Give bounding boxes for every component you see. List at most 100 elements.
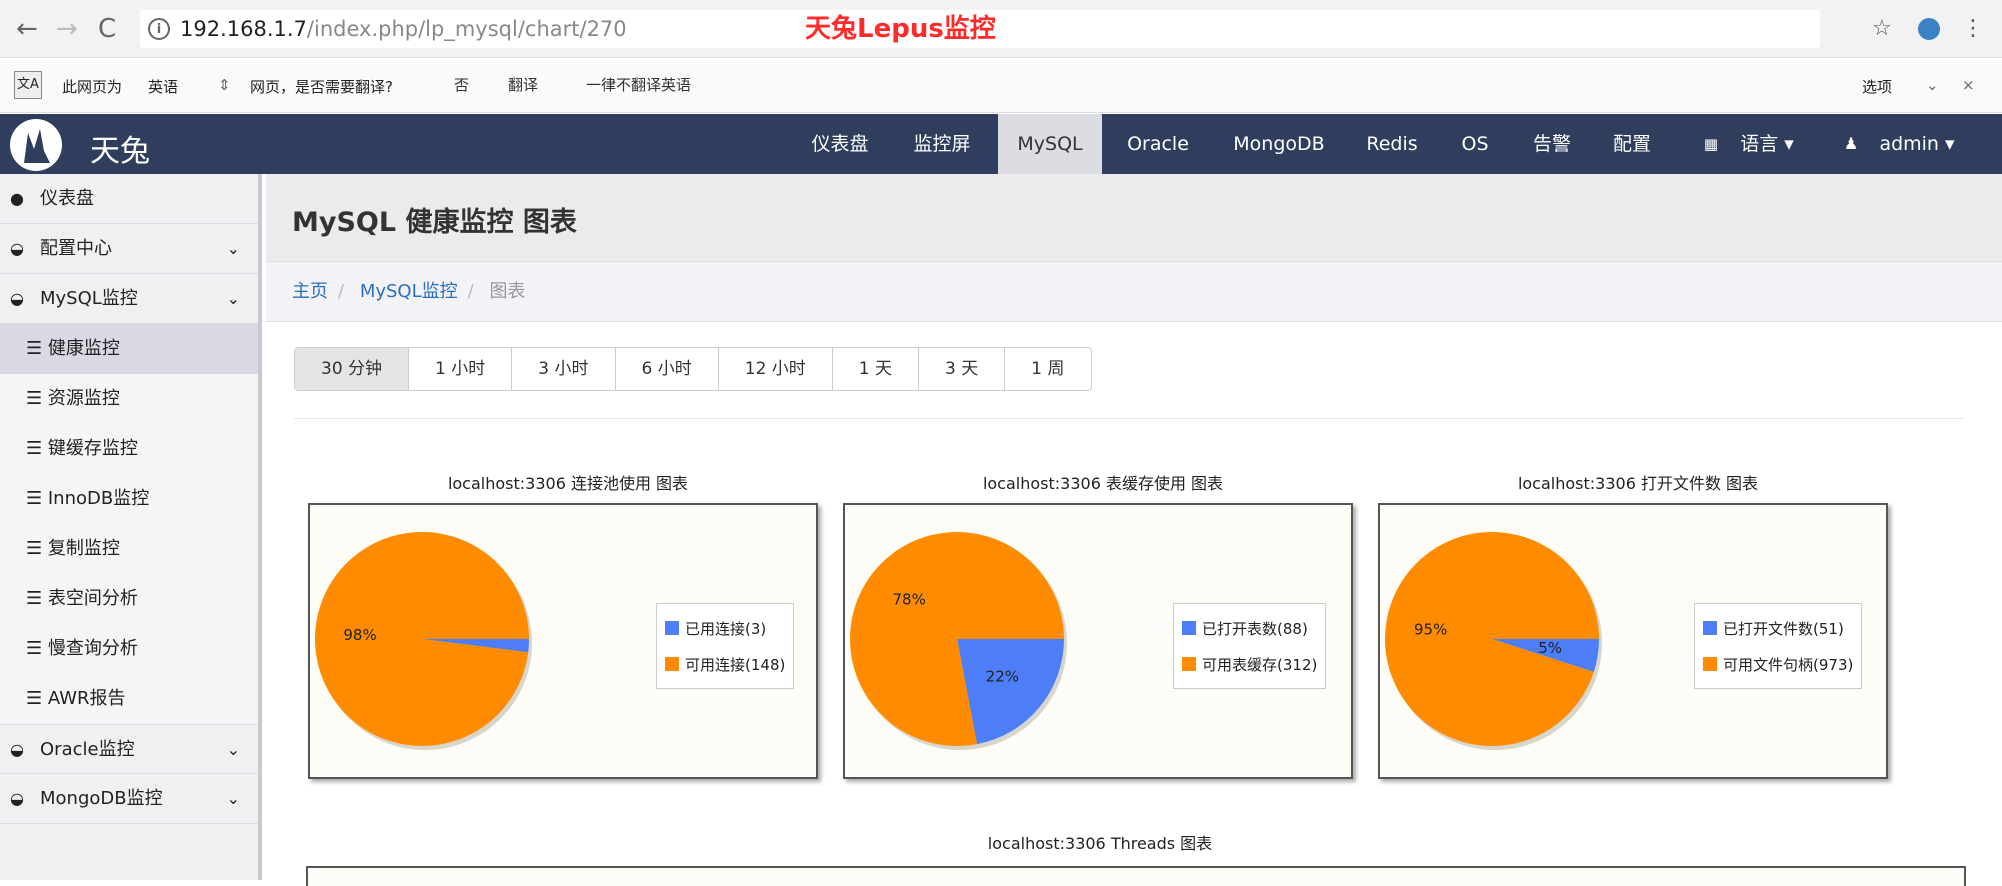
sidebar-subitem-resource[interactable]: ☰ 资源监控 [0,374,258,424]
brand-name[interactable]: 天兔 [90,126,150,170]
time-range-group: 30 分钟 1 小时 3 小时 6 小时 12 小时 1 天 3 天 1 周 [294,347,1092,391]
chevron-down-icon: ⌄ [226,740,240,759]
no-translate-button[interactable]: 否 [440,69,483,101]
sidebar-subitem-health[interactable]: ☰ 健康监控 [0,324,258,374]
chart-title: localhost:3306 连接池使用 图表 [447,474,689,493]
breadcrumb-separator: / [338,281,345,302]
nav-alerts[interactable]: 告警 [1514,114,1590,174]
comment-icon: ● [10,189,24,208]
sidebar-subitem-label: ☰ 键缓存监控 [26,424,138,474]
options-button[interactable]: 选项 [1862,76,1892,97]
range-12h-button[interactable]: 12 小时 [719,348,833,390]
sidebar-item-mongodb[interactable]: ◒ MongoDB监控 ⌄ [0,774,258,824]
dashboard-icon: ◒ [10,740,24,759]
translate-icon: 文A [14,71,42,99]
nav-mysql[interactable]: MySQL [998,114,1102,174]
breadcrumb-separator: / [467,281,474,302]
range-3d-button[interactable]: 3 天 [919,348,1006,390]
legend-label: 已打开表数(88) [1202,619,1308,638]
url-path: /index.php/lp_mysql/chart/270 [306,17,627,41]
dashboard-icon: ◒ [10,289,24,308]
nav-os[interactable]: OS [1440,114,1510,174]
sidebar-subitem-slowquery[interactable]: ☰ 慢查询分析 [0,624,258,674]
range-6h-button[interactable]: 6 小时 [616,348,719,390]
sidebar-item-oracle[interactable]: ◒ Oracle监控 ⌄ [0,724,258,774]
nav-mongodb[interactable]: MongoDB [1214,114,1344,174]
grid-icon: ▦ [1703,135,1719,153]
logo-icon[interactable] [10,119,62,171]
top-navbar: 天兔 仪表盘 监控屏 MySQL Oracle MongoDB Redis OS… [0,114,2002,174]
list-icon: ☰ [26,538,48,559]
legend-swatch [1182,657,1196,671]
sidebar-subitem-label: ☰ 表空间分析 [26,574,138,624]
legend-item: 可用表缓存(312) [1182,646,1317,682]
language-select[interactable]: 英语 [148,76,178,97]
nav-language-dropdown[interactable]: 语言 ▾ [1722,114,1812,174]
pie-chart: 98% 已用连接(3) 可用连接(148) [308,503,818,779]
threads-chart [306,866,1966,886]
sidebar-subitem-text: AWR报告 [47,688,126,709]
range-30min-button[interactable]: 30 分钟 [295,348,410,390]
sidebar-subitem-replication[interactable]: ☰ 复制监控 [0,524,258,574]
back-button[interactable]: ← [16,14,38,44]
sidebar-item-config[interactable]: ◒ 配置中心 ⌄ [0,224,258,274]
legend-swatch [1703,621,1717,635]
breadcrumb-section[interactable]: MySQL监控 [360,281,458,302]
breadcrumb-current: 图表 [489,281,526,302]
overlay-title: 天兔Lepus监控 [805,14,996,44]
extension-icon[interactable] [1918,18,1940,40]
range-1h-button[interactable]: 1 小时 [409,348,513,390]
pie-slice[interactable] [1385,532,1599,746]
nav-oracle[interactable]: Oracle [1108,114,1208,174]
sidebar-item-dashboard[interactable]: ● 仪表盘 [0,174,258,224]
nav-config[interactable]: 配置 [1594,114,1670,174]
list-icon: ☰ [26,638,48,659]
range-1d-button[interactable]: 1 天 [833,348,920,390]
breadcrumb-home[interactable]: 主页 [292,281,328,302]
nav-dashboard[interactable]: 仪表盘 [790,114,890,174]
legend-label: 可用文件句柄(973) [1723,655,1854,674]
list-icon: ☰ [26,588,48,609]
bookmark-star-icon[interactable]: ☆ [1872,16,1892,41]
legend-swatch [665,621,679,635]
list-icon: ☰ [26,338,48,359]
sidebar-subitem-label: ☰ 慢查询分析 [26,624,138,674]
legend-item: 可用连接(148) [665,646,785,682]
browser-menu-icon[interactable]: ⋮ [1962,16,1984,41]
range-3h-button[interactable]: 3 小时 [512,348,616,390]
legend-item: 已打开文件数(51) [1703,610,1853,646]
chart-legend: 已用连接(3) 可用连接(148) [656,603,795,689]
options-chevron-icon[interactable]: ⌄ [1926,76,1939,94]
sidebar-item-mysql[interactable]: ◒ MySQL监控 ⌄ [0,274,258,324]
slice-label: 78% [893,590,926,608]
page-title: MySQL 健康监控 图表 [292,207,577,238]
reload-button[interactable]: C [98,14,116,44]
sidebar: ● 仪表盘 ◒ 配置中心 ⌄ ◒ MySQL监控 ⌄ ☰ 健康监控 ☰ 资源监控… [0,174,262,880]
chevron-down-icon: ⌄ [226,789,240,808]
sidebar-subitem-text: 健康监控 [47,338,120,359]
close-translate-icon[interactable]: × [1962,76,1975,94]
chart-title: localhost:3306 打开文件数 图表 [1517,474,1759,493]
sidebar-subitem-tablespace[interactable]: ☰ 表空间分析 [0,574,258,624]
translate-bar: 文A 此网页为 英语 ⇕ 网页，是否需要翻译? 否 翻译 一律不翻译英语 选项 … [0,59,2002,113]
nav-redis[interactable]: Redis [1350,114,1434,174]
legend-label: 可用连接(148) [685,655,786,674]
nav-monitor-screen[interactable]: 监控屏 [892,114,992,174]
sidebar-subitem-innodb[interactable]: ☰ InnoDB监控 [0,474,258,524]
translate-button[interactable]: 翻译 [494,69,552,101]
chart-legend: 已打开文件数(51) 可用文件句柄(973) [1694,603,1863,689]
chart-legend: 已打开表数(88) 可用表缓存(312) [1173,603,1327,689]
forward-button[interactable]: → [56,14,78,44]
sidebar-subitem-text: 资源监控 [47,388,120,409]
legend-label: 已用连接(3) [685,619,767,638]
translate-prefix: 此网页为 [62,78,123,96]
never-translate-button[interactable]: 一律不翻译英语 [572,69,705,101]
sidebar-subitem-awr[interactable]: ☰ AWR报告 [0,674,258,724]
sidebar-subitem-keycache[interactable]: ☰ 键缓存监控 [0,424,258,474]
range-1w-button[interactable]: 1 周 [1005,348,1090,390]
divider [294,418,1964,419]
info-icon[interactable]: i [148,18,170,40]
nav-user-dropdown[interactable]: admin ▾ [1862,114,1972,174]
legend-swatch [1182,621,1196,635]
select-arrows-icon: ⇕ [218,76,231,94]
